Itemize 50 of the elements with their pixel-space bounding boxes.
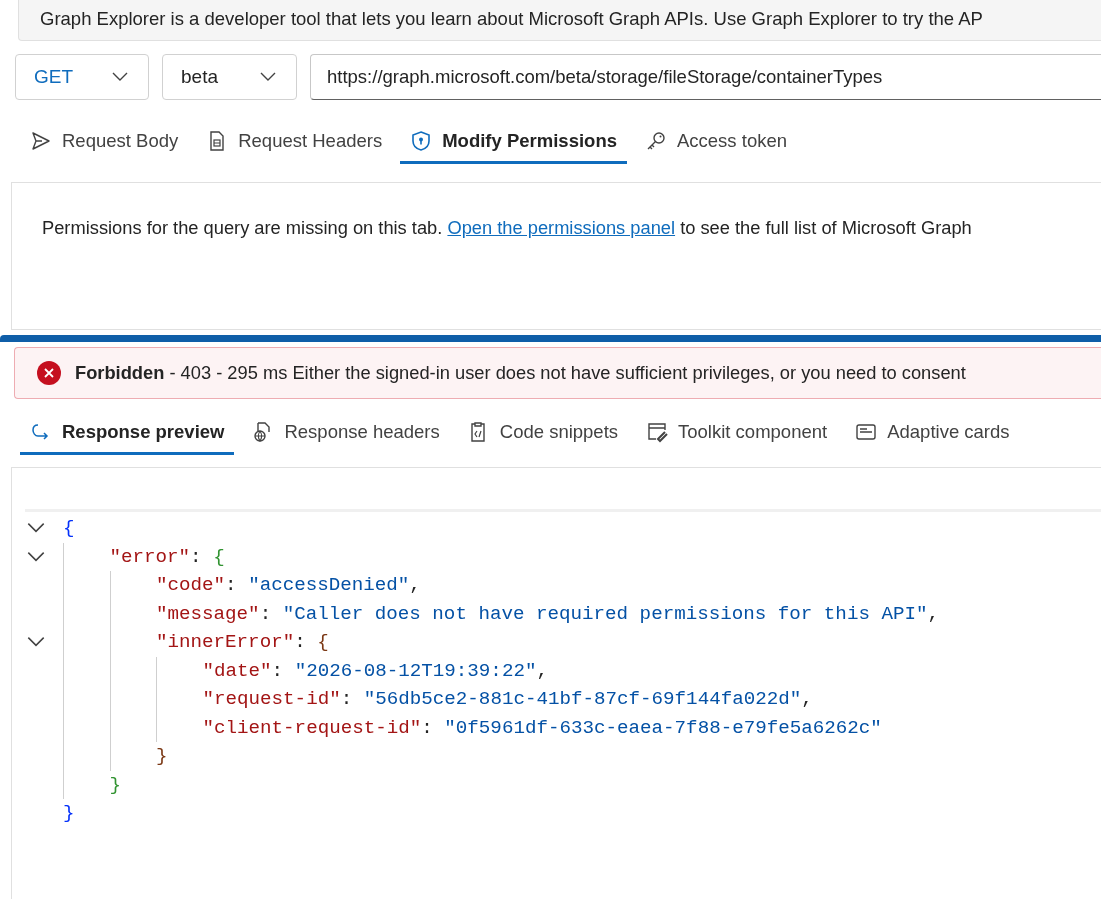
json-key: "message" bbox=[156, 602, 260, 625]
info-banner: Graph Explorer is a developer tool that lets you learn about Microsoft Graph APIs. Use Graph Explorer to try the AP bbox=[18, 0, 1101, 41]
brace: } bbox=[156, 745, 168, 768]
colon: : bbox=[294, 631, 306, 654]
error-message: Forbidden - 403 - 295 ms Either the signed-in user does not have sufficient privileges, or you need to consent bbox=[75, 362, 966, 384]
tab[interactable]: Response headers bbox=[242, 413, 450, 455]
tab[interactable]: Response preview bbox=[20, 413, 235, 455]
brace: } bbox=[63, 802, 75, 825]
brace: } bbox=[109, 773, 121, 796]
card-icon bbox=[855, 421, 878, 443]
permissions-message: Permissions for the query are missing on this tab. Open the permissions panel to see the full list of Microsoft Graph bbox=[42, 217, 973, 239]
tab[interactable]: Adaptive cards bbox=[845, 413, 1020, 455]
brace: { bbox=[317, 631, 329, 654]
error-icon bbox=[37, 361, 61, 385]
colon: : bbox=[340, 688, 353, 711]
json-value: "accessDenied" bbox=[248, 574, 410, 597]
tab[interactable]: Toolkit component bbox=[636, 413, 838, 455]
tab[interactable]: Request Body bbox=[20, 122, 189, 164]
json-key: "date" bbox=[202, 659, 272, 682]
method-dropdown[interactable]: GET bbox=[15, 54, 149, 100]
comma: , bbox=[536, 659, 548, 682]
tab[interactable]: Modify Permissions bbox=[400, 122, 627, 164]
window-wrench-icon bbox=[646, 421, 669, 443]
version-dropdown[interactable]: beta bbox=[162, 54, 297, 100]
colon: : bbox=[421, 716, 433, 739]
colon: : bbox=[271, 659, 284, 682]
json-key: "innerError" bbox=[156, 631, 295, 654]
colon: : bbox=[225, 574, 237, 597]
permissions-panel-link[interactable]: Open the permissions panel bbox=[447, 217, 676, 238]
json-key: "error" bbox=[109, 545, 191, 568]
comma: , bbox=[409, 574, 421, 597]
colon: : bbox=[190, 545, 202, 568]
brace: { bbox=[63, 517, 75, 540]
shield-icon bbox=[410, 130, 433, 152]
colon: : bbox=[259, 602, 272, 625]
json-key: "client-request-id" bbox=[202, 716, 422, 739]
json-value: "Caller does not have required permissions for this API" bbox=[282, 602, 928, 625]
json-value: "0f5961df-633c-eaea-7f88-e79fe5a6262c" bbox=[444, 716, 882, 739]
json-key: "code" bbox=[156, 574, 226, 597]
json-value: "2026-08-12T19:39:22" bbox=[294, 659, 537, 682]
json-value: "56db5ce2-881c-41bf-87cf-69f144fa022d" bbox=[363, 688, 802, 711]
comma: , bbox=[801, 688, 813, 711]
tab[interactable]: Access token bbox=[634, 122, 797, 164]
json-key: "request-id" bbox=[202, 688, 341, 711]
tab[interactable]: Request Headers bbox=[196, 122, 393, 164]
tab[interactable]: Code snippets bbox=[457, 413, 629, 455]
comma: , bbox=[927, 602, 939, 625]
url-field[interactable]: https://graph.microsoft.com/beta/storage/fileStorage/containerTypes bbox=[310, 54, 1101, 100]
send-icon bbox=[30, 130, 52, 152]
brace: { bbox=[213, 545, 225, 568]
